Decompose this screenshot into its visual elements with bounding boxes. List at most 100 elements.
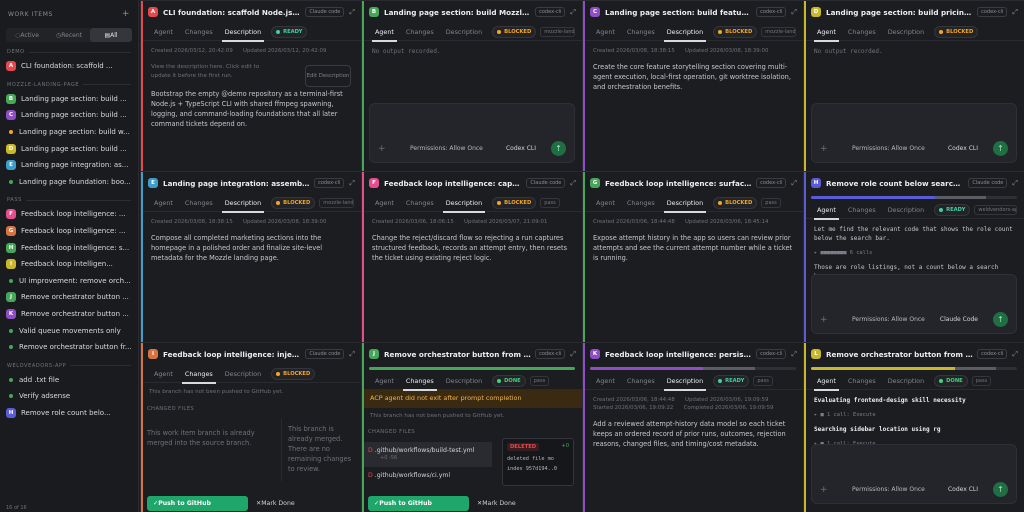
expand-icon[interactable]: ⤢ (791, 350, 797, 359)
agent-selector[interactable]: codex-cli (535, 7, 566, 17)
model-selector[interactable]: Codex CLI (948, 145, 978, 152)
tab-agent[interactable]: Agent (148, 365, 179, 383)
tab-agent[interactable]: Agent (369, 372, 400, 390)
agent-selector[interactable]: codex-cli (314, 178, 345, 188)
tab-changes[interactable]: Changes (179, 365, 219, 384)
mark-done-button[interactable]: ✕ Mark Done (477, 496, 516, 511)
agent-selector[interactable]: Claude code (968, 178, 1008, 188)
model-selector[interactable]: Codex CLI (948, 486, 978, 493)
filter-tab-all[interactable]: ▤ All (90, 28, 132, 42)
tab-description[interactable]: Description (219, 194, 267, 213)
tab-agent[interactable]: Agent (369, 194, 400, 212)
agent-selector[interactable]: codex-cli (535, 349, 566, 359)
tab-description[interactable]: Description (661, 194, 709, 213)
sidebar-item[interactable]: Valid queue movements only (0, 322, 138, 339)
changed-file-row[interactable]: D .github/workflows/ci.yml (362, 467, 492, 484)
sidebar-item[interactable]: H Feedback loop intelligence: s... (0, 239, 138, 256)
sidebar-item[interactable]: H Remove role count belo... (0, 405, 138, 422)
attach-icon[interactable]: + (378, 144, 386, 154)
tab-changes[interactable]: Changes (179, 194, 219, 212)
tab-agent[interactable]: Agent (811, 23, 842, 42)
sidebar-item[interactable]: Landing page foundation: boo... (0, 174, 138, 191)
sidebar-item[interactable]: K Remove orchestrator button ... (0, 306, 138, 323)
expand-icon[interactable]: ⤢ (570, 350, 576, 359)
sidebar-item[interactable]: G Feedback loop intelligence: ... (0, 223, 138, 240)
expand-icon[interactable]: ⤢ (1012, 350, 1018, 359)
agent-selector[interactable]: Claude code (305, 7, 345, 17)
agent-selector[interactable]: codex-cli (756, 178, 787, 188)
sidebar-item[interactable]: B Landing page section: build ... (0, 91, 138, 108)
tab-description[interactable]: Description (440, 372, 488, 390)
tab-agent[interactable]: Agent (811, 372, 842, 391)
tab-changes[interactable]: Changes (400, 23, 440, 41)
send-icon[interactable]: ↑ (993, 141, 1008, 156)
expand-icon[interactable]: ⤢ (570, 8, 576, 17)
sidebar-item[interactable]: C Landing page section: build ... (0, 107, 138, 124)
tab-description[interactable]: Description (219, 365, 267, 383)
sidebar-item[interactable]: D Landing page section: build ... (0, 140, 138, 157)
permissions-selector[interactable]: Permissions: Allow Once (852, 145, 925, 152)
tab-description[interactable]: Description (882, 372, 930, 390)
prompt-composer[interactable]: + Permissions: Allow Once Claude Code ↑ (811, 274, 1017, 334)
tab-changes[interactable]: Changes (621, 372, 661, 390)
tab-agent[interactable]: Agent (590, 194, 621, 212)
expand-icon[interactable]: ⤢ (349, 8, 355, 17)
filter-tab-active[interactable]: ◌ Active (6, 28, 48, 42)
sidebar-item[interactable]: UI improvement: remove orch... (0, 273, 138, 290)
prompt-composer[interactable]: + Permissions: Allow Once Codex CLI ↑ (811, 103, 1017, 163)
agent-selector[interactable]: Claude code (526, 178, 566, 188)
tab-changes[interactable]: Changes (179, 23, 219, 41)
tab-agent[interactable]: Agent (590, 372, 621, 390)
tab-description[interactable]: Description (219, 23, 267, 42)
send-icon[interactable]: ↑ (993, 482, 1008, 497)
prompt-composer[interactable]: + Permissions: Allow Once Codex CLI ↑ (369, 103, 575, 163)
sidebar-item[interactable]: Remove orchestrator button fr... (0, 339, 138, 356)
expand-icon[interactable]: ⤢ (1012, 179, 1018, 188)
push-to-github-button[interactable]: ✓ Push to GitHub (147, 496, 248, 511)
tab-description[interactable]: Description (440, 23, 488, 41)
sidebar-item[interactable]: Verify adsense (0, 388, 138, 405)
edit-description-button[interactable]: Edit Description (305, 65, 351, 87)
model-selector[interactable]: Codex CLI (506, 145, 536, 152)
agent-selector[interactable]: codex-cli (977, 7, 1008, 17)
attach-icon[interactable]: + (820, 315, 828, 325)
filter-tab-recent[interactable]: ◷ Recent (48, 28, 90, 42)
tab-changes[interactable]: Changes (842, 372, 882, 390)
tab-changes[interactable]: Changes (621, 194, 661, 212)
expand-icon[interactable]: ⤢ (349, 350, 355, 359)
tab-agent[interactable]: Agent (590, 23, 621, 41)
expand-icon[interactable]: ⤢ (349, 179, 355, 188)
push-to-github-button[interactable]: ✓ Push to GitHub (368, 496, 469, 511)
tab-changes[interactable]: Changes (842, 201, 882, 219)
agent-selector[interactable]: codex-cli (756, 7, 787, 17)
tab-changes[interactable]: Changes (400, 194, 440, 212)
tab-description[interactable]: Description (661, 23, 709, 42)
agent-selector[interactable]: codex-cli (977, 349, 1008, 359)
sidebar-item[interactable]: add .txt file (0, 372, 138, 389)
agent-selector[interactable]: codex-cli (756, 349, 787, 359)
send-icon[interactable]: ↑ (551, 141, 566, 156)
tab-changes[interactable]: Changes (842, 23, 882, 41)
tab-agent[interactable]: Agent (369, 23, 400, 42)
send-icon[interactable]: ↑ (993, 312, 1008, 327)
model-selector[interactable]: Claude Code (940, 316, 978, 323)
tab-description[interactable]: Description (882, 201, 930, 219)
changed-file-row[interactable]: D .github/workflows/build-test.yml +0 -56 (362, 441, 492, 467)
expand-icon[interactable]: ⤢ (570, 179, 576, 188)
tab-description[interactable]: Description (440, 194, 488, 213)
tab-agent[interactable]: Agent (148, 194, 179, 212)
sidebar-item[interactable]: E Landing page integration: as... (0, 157, 138, 174)
sidebar-item[interactable]: Landing page section: build w... (0, 124, 138, 141)
sidebar-item[interactable]: F Feedback loop intelligence: ... (0, 206, 138, 223)
attach-icon[interactable]: + (820, 144, 828, 154)
tab-changes[interactable]: Changes (621, 23, 661, 41)
expand-icon[interactable]: ⤢ (791, 8, 797, 17)
permissions-selector[interactable]: Permissions: Allow Once (410, 145, 483, 152)
tab-description[interactable]: Description (661, 372, 709, 391)
expand-icon[interactable]: ⤢ (1012, 8, 1018, 17)
permissions-selector[interactable]: Permissions: Allow Once (852, 486, 925, 493)
sidebar-item[interactable]: I Feedback loop intelligen... (0, 256, 138, 273)
tab-changes[interactable]: Changes (400, 372, 440, 391)
prompt-composer[interactable]: + Permissions: Allow Once Codex CLI ↑ (811, 444, 1017, 504)
tab-agent[interactable]: Agent (148, 23, 179, 41)
